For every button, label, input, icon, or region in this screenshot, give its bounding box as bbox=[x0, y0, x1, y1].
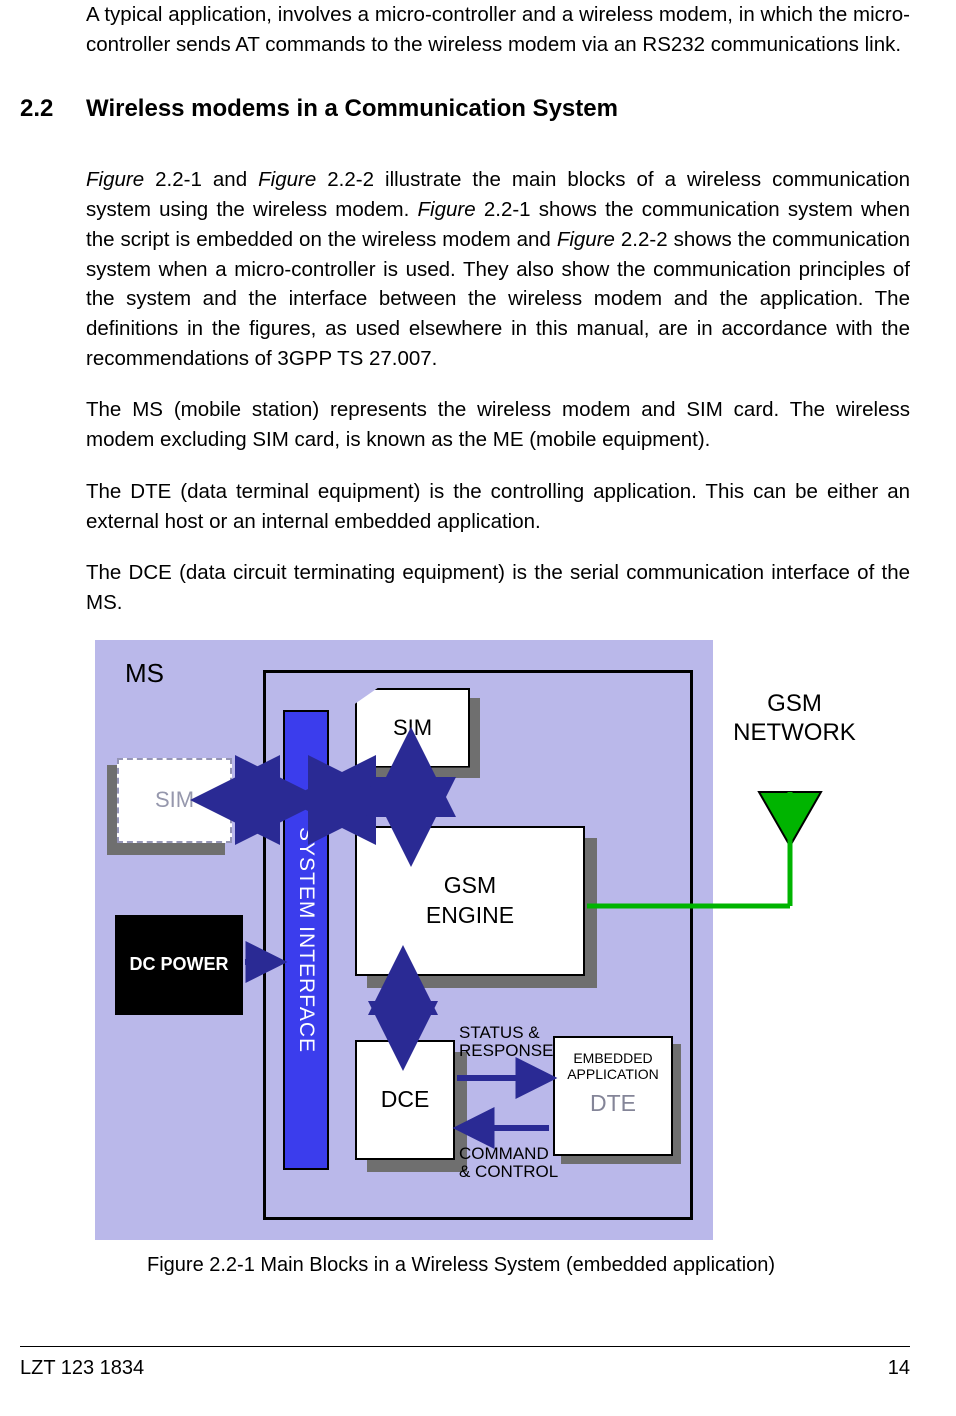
sim-external: SIM bbox=[117, 758, 232, 843]
paragraph-1: Figure 2.2-1 and Figure 2.2-2 illustrate… bbox=[86, 165, 910, 373]
gsm-engine-block: GSM ENGINE bbox=[355, 826, 585, 976]
sim-internal: SIM bbox=[355, 688, 470, 768]
figure-ref: Figure bbox=[557, 228, 615, 251]
ms-label: MS bbox=[125, 658, 164, 689]
text: 2.2-1 and bbox=[144, 168, 258, 191]
dc-power-block: DC POWER bbox=[115, 915, 243, 1015]
status-response-label: STATUS & RESPONSE bbox=[459, 1024, 553, 1061]
paragraph-4: The DCE (data circuit terminating equipm… bbox=[86, 558, 910, 617]
dc-power-label: DC POWER bbox=[130, 953, 229, 976]
section-heading: 2.2 Wireless modems in a Communication S… bbox=[20, 95, 910, 123]
intro-paragraph: A typical application, involves a micro-… bbox=[86, 0, 910, 59]
gsm-network-label: GSM NETWORK bbox=[727, 690, 862, 748]
system-interface-label: SYSTEM INTERFACE bbox=[294, 827, 318, 1053]
system-interface-block: SYSTEM INTERFACE bbox=[283, 710, 329, 1170]
command-control-label: COMMAND & CONTROL bbox=[459, 1145, 558, 1182]
page-footer: LZT 123 1834 14 bbox=[20, 1346, 910, 1380]
section-title: Wireless modems in a Communication Syste… bbox=[86, 95, 618, 123]
paragraph-2: The MS (mobile station) represents the w… bbox=[86, 395, 910, 454]
embedded-app-label: EMBEDDED APPLICATION bbox=[555, 1050, 671, 1082]
dte-block: EMBEDDED APPLICATION DTE bbox=[553, 1036, 673, 1156]
figure-ref: Figure bbox=[258, 168, 316, 191]
figure-ref: Figure bbox=[418, 198, 476, 221]
doc-number: LZT 123 1834 bbox=[20, 1357, 144, 1380]
block-diagram: MS SIM DC POWER SYSTEM INTERFACE SIM GSM… bbox=[95, 640, 865, 1240]
paragraph-3: The DTE (data terminal equipment) is the… bbox=[86, 477, 910, 536]
dce-block: DCE bbox=[355, 1040, 455, 1160]
figure-ref: Figure bbox=[86, 168, 144, 191]
gsm-engine-label: GSM ENGINE bbox=[426, 871, 514, 931]
section-number: 2.2 bbox=[20, 95, 86, 123]
page-number: 14 bbox=[888, 1357, 910, 1380]
dte-label: DTE bbox=[555, 1090, 671, 1117]
figure-caption: Figure 2.2-1 Main Blocks in a Wireless S… bbox=[147, 1254, 910, 1277]
